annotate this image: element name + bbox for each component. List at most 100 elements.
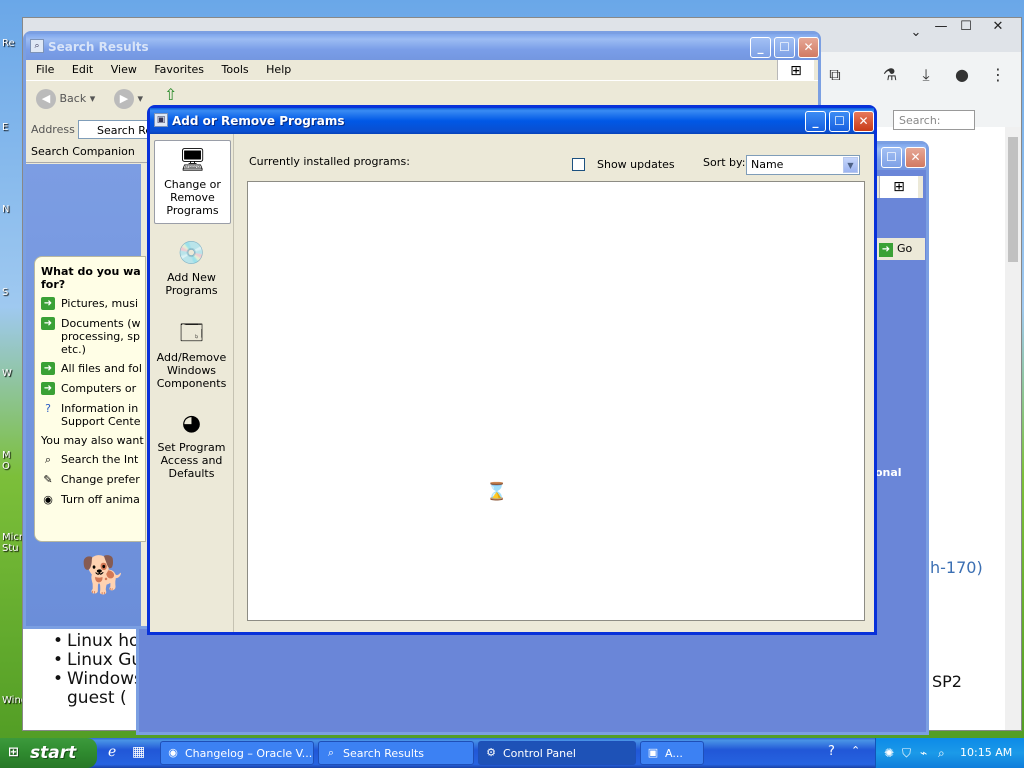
menu-tools[interactable]: Tools [222,63,249,76]
sort-by-label: Sort by: [703,156,746,169]
window-title[interactable]: Add or Remove Programs [150,108,874,134]
companion-label: Search Companion [31,145,135,158]
hourglass-cursor-icon: ⌛ [486,482,508,502]
page-bullet-list: Linux ho Linux Gu Windows guest ( [53,632,143,708]
connection-icon[interactable]: ⌁ [920,738,927,768]
add-remove-windows-components-button[interactable]: 🗔 Add/Remove Windows Components [154,314,229,390]
installed-programs-label: Currently installed programs: [249,155,410,168]
option-computers[interactable]: ➜ Computers or [35,382,145,396]
green-arrow-icon: ➜ [41,317,55,330]
green-arrow-icon: ➜ [41,362,55,375]
extensions-icon[interactable]: ⧉ [823,65,847,85]
go-button[interactable]: ➜ Go [875,238,925,260]
help-icon[interactable]: ? [828,744,835,759]
text-fragment: onal [875,466,902,479]
browser-scrollbar[interactable] [1005,127,1021,730]
desktop-icon-label[interactable]: N [2,204,9,215]
back-arrow-icon: ◀ [36,89,56,109]
add-remove-programs-icon: ▣ [154,113,168,127]
window-title[interactable]: Search Results [26,34,818,60]
task-changelog[interactable]: ◉ Changelog – Oracle V... [160,741,314,765]
address-input[interactable]: Search Re [78,120,158,139]
up-folder-icon[interactable]: ⇧ [164,85,177,104]
option-turn-off-animation[interactable]: ◉ Turn off anima [35,493,145,507]
maximize-button[interactable]: ☐ [881,147,902,168]
sort-by-select[interactable]: Name ▼ [746,155,860,175]
close-button[interactable]: ✕ [798,37,819,58]
forward-arrow-icon: ▶ [114,89,134,109]
menu-edit[interactable]: Edit [72,63,93,76]
ie-quicklaunch-icon[interactable]: ℯ [108,744,116,760]
preferences-icon: ✎ [43,473,53,486]
network-icon[interactable]: ✺ [884,738,894,768]
page-search-input[interactable]: Search: [893,110,975,130]
menu-favorites[interactable]: Favorites [154,63,204,76]
menu-file[interactable]: File [36,63,54,76]
page-text-fragment: h-170) [930,558,983,577]
close-button[interactable]: ✕ [853,111,874,132]
add-remove-programs-icon: ▣ [647,746,659,759]
maximize-button[interactable]: ☐ [829,111,850,132]
add-remove-programs-window: Add or Remove Programs ▣ _ ☐ ✕ 🖥 Change … [147,105,877,635]
option-help-support[interactable]: ? Information in Support Cente [35,402,145,428]
profile-icon[interactable]: ● [950,65,974,84]
search-internet-icon: ⌕ [44,453,52,466]
windows-logo-icon: ⊞ [777,60,814,82]
back-button[interactable]: ◀ Back ▾ [36,89,95,109]
menu-kebab-icon[interactable]: ⋮ [986,65,1010,84]
search-companion-balloon: What do you wa for? ➜ Pictures, musi ➜ Doc… [34,256,146,542]
chevron-down-icon[interactable]: ▼ [843,157,858,173]
windows-flag-icon: ⊞ [8,745,19,760]
control-panel-icon: ⚙ [486,746,496,759]
desktop-icon-label[interactable]: E [2,122,8,133]
installed-programs-list[interactable]: ⌛ [247,181,865,621]
desktop-icon-label[interactable]: W [2,368,12,379]
taskbar: ⊞ start ℯ ▦ ◉ Changelog – Oracle V... ⌕ Se… [0,738,1024,768]
option-documents[interactable]: ➜ Documents (w processing, sp etc.) [35,317,145,356]
show-updates-checkbox[interactable] [572,158,585,171]
start-button[interactable]: ⊞ start [0,738,97,768]
also-want-label: You may also want [41,434,144,447]
task-search-results[interactable]: ⌕ Search Results [318,741,474,765]
search-task-icon: ⌕ [327,746,335,759]
task-add-remove[interactable]: ▣ A... [640,741,704,765]
menu-help[interactable]: Help [266,63,291,76]
windows-components-icon: 🗔 [179,321,204,346]
option-change-preferences[interactable]: ✎ Change prefer [35,473,145,487]
minimize-button[interactable]: _ [805,111,826,132]
option-pictures[interactable]: ➜ Pictures, musi [35,297,145,311]
animation-icon: ◉ [43,493,53,506]
change-remove-programs-button[interactable]: 🖥 Change or Remove Programs [154,140,231,224]
help-icon: ? [45,402,51,415]
close-button[interactable]: ✕ [905,147,926,168]
labs-flask-icon[interactable]: ⚗ [878,65,902,84]
desktop-icon-label[interactable]: S [2,287,8,298]
search-dog-icon[interactable]: 🐕 [81,554,126,598]
security-shield-icon[interactable]: ⛉ [902,738,911,768]
chevron-expand-icon[interactable]: ⌃ [851,744,860,757]
download-icon[interactable]: ⤓ [914,65,938,85]
add-new-programs-button[interactable]: 💿 Add New Programs [154,234,229,297]
option-all-files[interactable]: ➜ All files and fol [35,362,145,376]
set-program-access-button[interactable]: ◕ Set Program Access and Defaults [154,404,229,480]
maximize-button[interactable]: ☐ [774,37,795,58]
add-programs-icon: 💿 [177,241,206,266]
desktop-icon-label[interactable]: Re [2,38,15,49]
minimize-button[interactable]: _ [750,37,771,58]
list-item: Linux ho [53,632,143,652]
desktop-icon-label[interactable]: MO [2,450,11,472]
forward-button[interactable]: ▶ ▾ [114,89,143,109]
green-arrow-icon: ➜ [41,297,55,310]
maximize-button[interactable]: ☐ [951,18,981,36]
change-remove-icon: 🖥 [178,148,207,173]
clock[interactable]: 10:15 AM [960,738,1012,768]
menu-view[interactable]: View [111,63,137,76]
list-item: Linux Gu [53,651,143,671]
close-button[interactable]: ✕ [983,18,1013,36]
show-desktop-icon[interactable]: ▦ [132,744,145,760]
task-control-panel[interactable]: ⚙ Control Panel [478,741,636,765]
search-window-icon: ⌕ [30,39,44,53]
system-tray: ✺ ⛉ ⌁ ⌕ 10:15 AM [875,738,1024,768]
search-tray-icon[interactable]: ⌕ [938,738,945,768]
option-search-internet[interactable]: ⌕ Search the Int [35,453,145,467]
